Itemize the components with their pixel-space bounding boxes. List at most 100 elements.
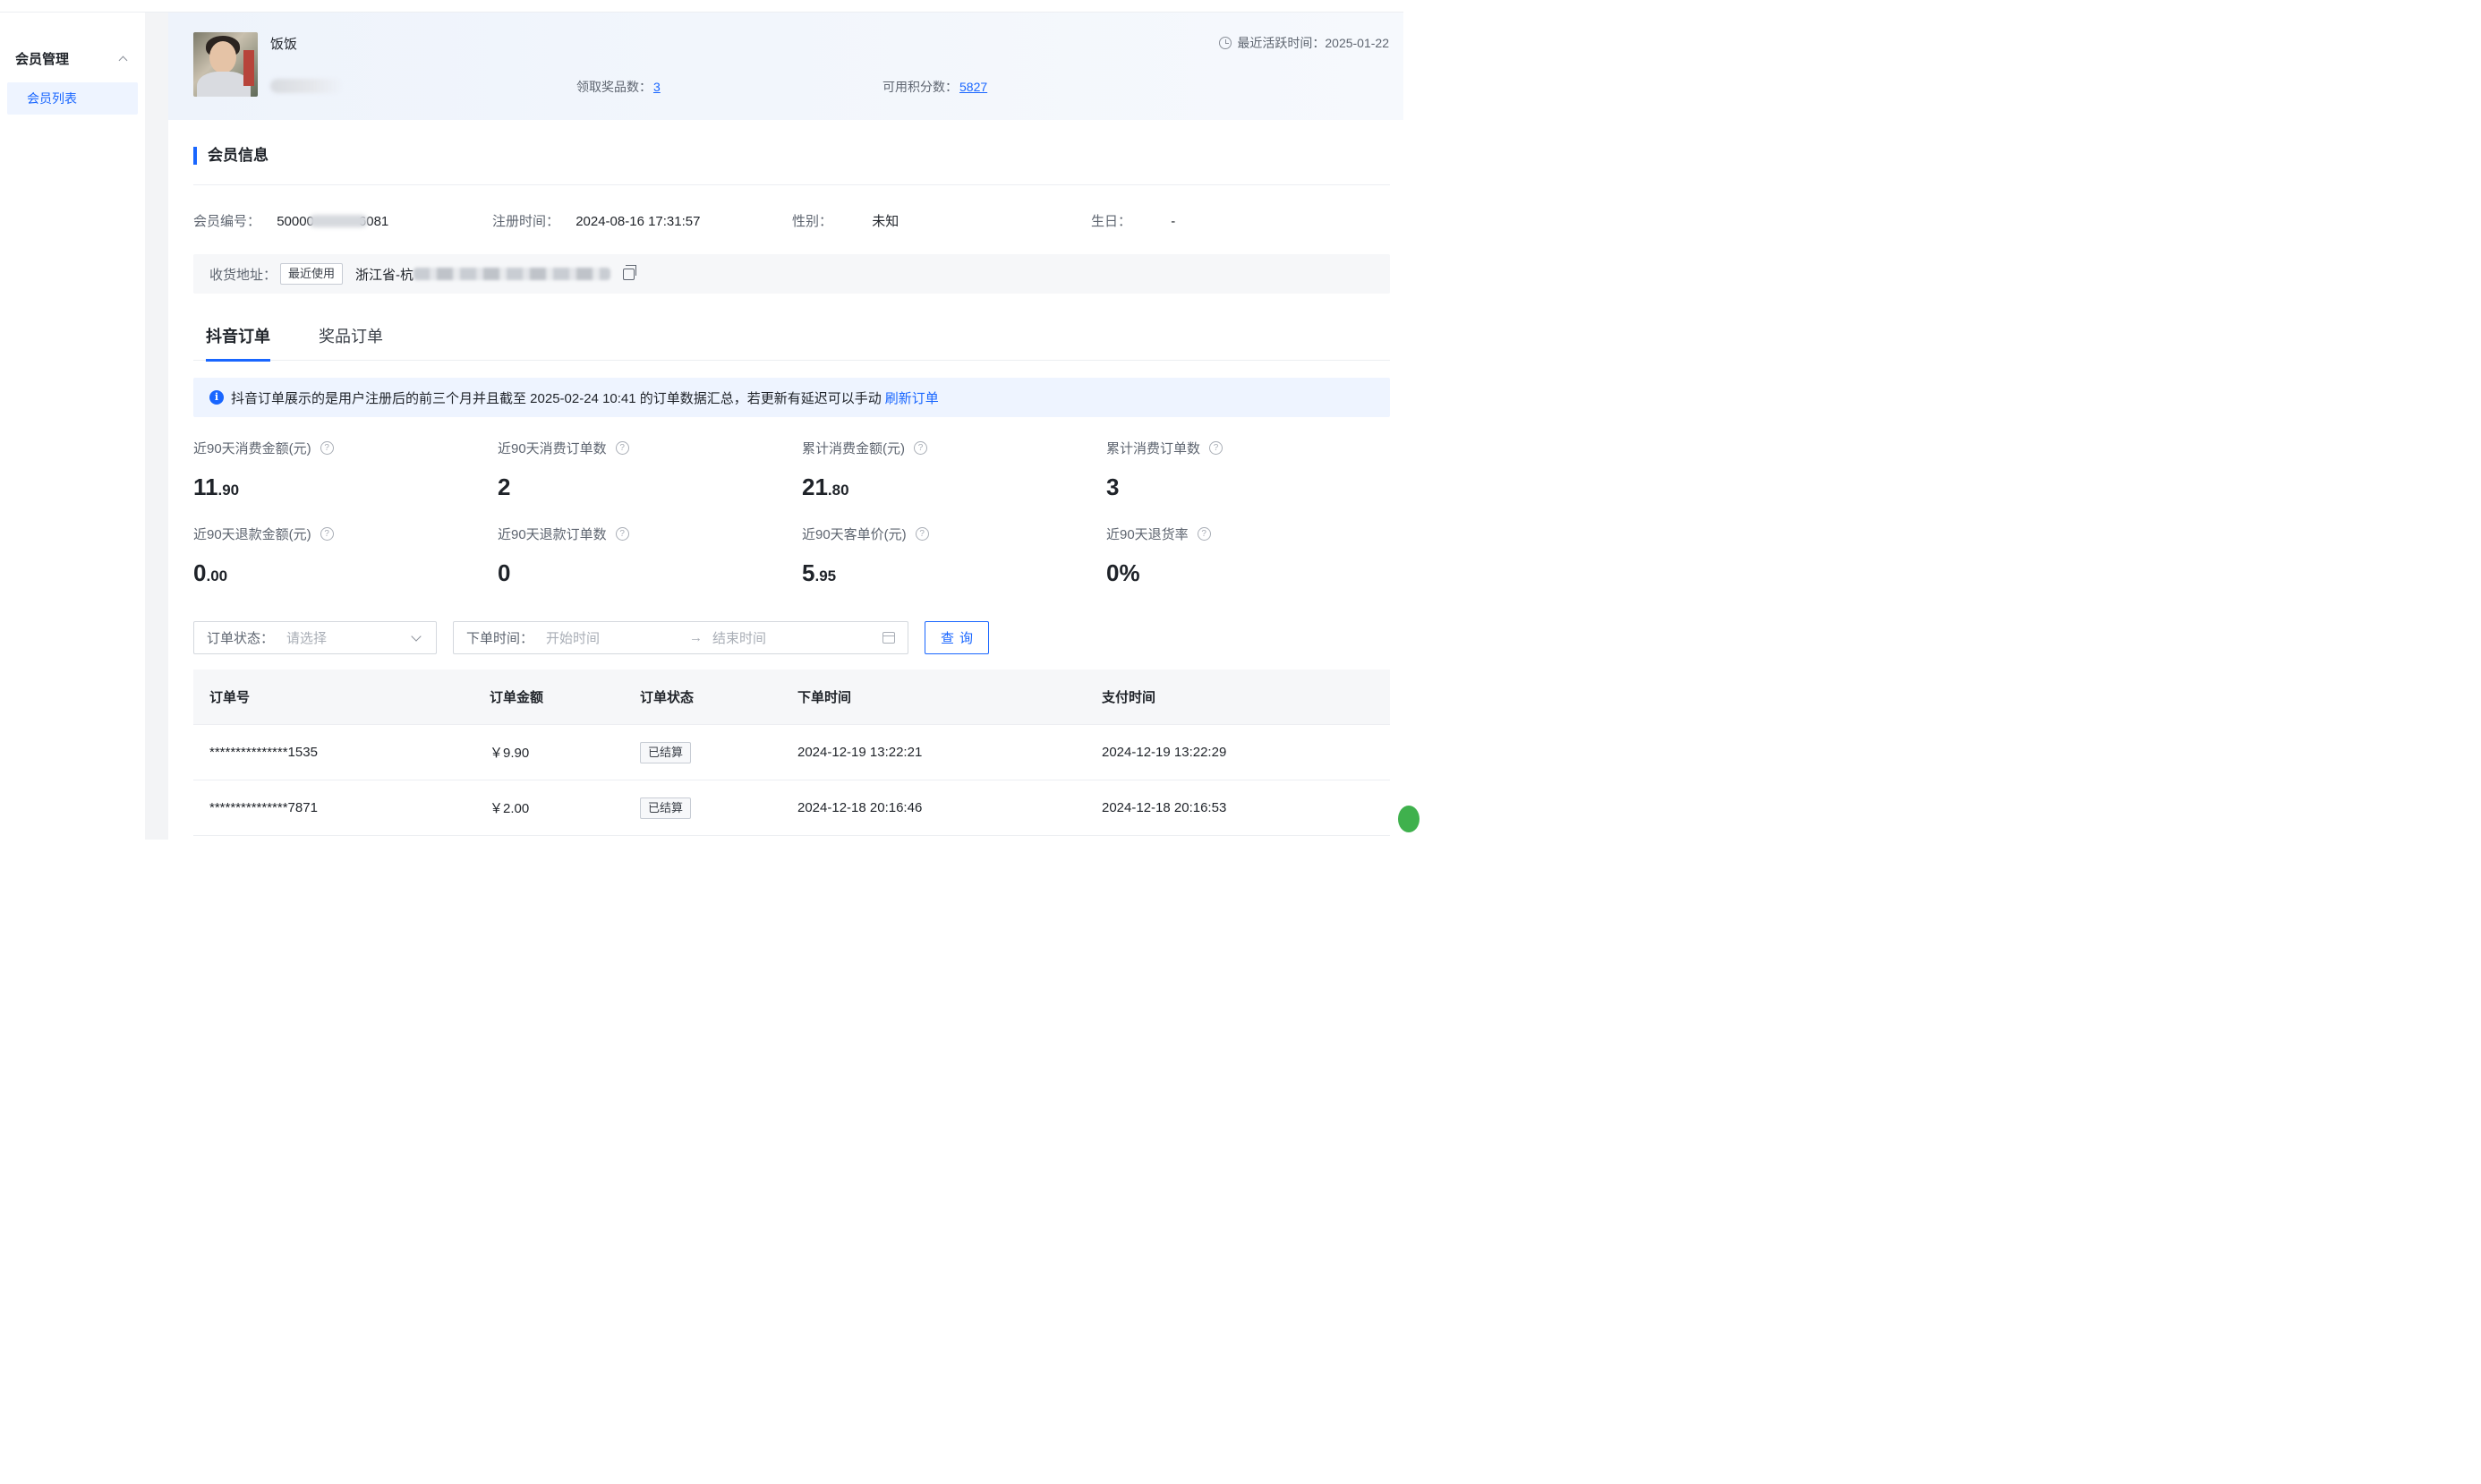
order-status-label: 订单状态：	[207, 631, 275, 646]
metric-decimal: .90	[217, 482, 240, 499]
order-date-label: 下单时间：	[466, 631, 534, 646]
question-icon[interactable]: ?	[914, 440, 927, 455]
divider	[193, 184, 1390, 185]
member-id-label: 会员编号：	[193, 214, 261, 229]
refresh-orders-link[interactable]: 刷新订单	[885, 388, 939, 407]
calendar-icon	[882, 632, 895, 644]
member-nickname: 饭饭	[270, 37, 298, 52]
metric-label: 近90天客单价(元)	[802, 526, 907, 542]
start-date-input[interactable]: 开始时间	[546, 628, 689, 647]
arrow-right-icon: →	[689, 630, 703, 645]
top-bar	[0, 0, 1403, 13]
metric-label: 累计消费金额(元)	[802, 440, 905, 456]
gender-field: 性别： 未知	[792, 211, 899, 230]
birthday-field: 生日： -	[1091, 211, 1175, 230]
address-label: 收货地址：	[209, 267, 277, 283]
table-row: ***************7871 ￥2.00 已结算 2024-12-18…	[193, 780, 1390, 836]
end-date-input[interactable]: 结束时间	[712, 628, 882, 647]
birthday-label: 生日：	[1091, 214, 1132, 229]
last-active-label: 最近活跃时间：	[1237, 36, 1326, 50]
question-icon[interactable]: ?	[1197, 526, 1211, 541]
metric-value: 0	[193, 559, 207, 586]
metric-90d-refund-amount: 近90天退款金额(元)? 0.00	[193, 525, 480, 590]
metric-value: 0	[498, 559, 511, 586]
last-active-value: 2025-01-22	[1325, 36, 1389, 50]
prize-count-label: 领取奖品数：	[576, 80, 652, 94]
register-time-field: 注册时间： 2024-08-16 17:31:57	[492, 211, 700, 230]
amount-cell: ￥9.90	[490, 746, 530, 761]
content-gutter	[145, 13, 168, 840]
sidebar-item-member-list[interactable]: 会员列表	[7, 82, 138, 115]
query-button[interactable]: 查询	[925, 621, 989, 654]
metric-value: 11	[193, 473, 218, 500]
metric-value: 0%	[1106, 559, 1140, 586]
question-icon[interactable]: ?	[1209, 440, 1223, 455]
table-header: 订单号 订单金额 订单状态 下单时间 支付时间	[193, 670, 1390, 725]
prize-count-stat: 领取奖品数： 3	[576, 78, 661, 96]
chevron-down-icon	[411, 630, 422, 642]
prize-count-link[interactable]: 3	[653, 80, 661, 94]
question-icon[interactable]: ?	[915, 526, 929, 541]
sidebar-group-label: 会员管理	[15, 51, 70, 67]
sidebar-item-label: 会员列表	[27, 91, 77, 106]
address-recent-tag: 最近使用	[280, 263, 344, 285]
metric-90d-order-count: 近90天消费订单数? 2	[498, 439, 784, 504]
last-active-time: 最近活跃时间：2025-01-22	[1219, 34, 1389, 52]
register-time-value: 2024-08-16 17:31:57	[575, 214, 701, 229]
status-cell: 已结算	[640, 725, 692, 780]
order-status-select[interactable]: 订单状态： 请选择	[193, 621, 437, 654]
column-header-amount: 订单金额	[490, 690, 544, 705]
copy-icon[interactable]	[623, 264, 637, 280]
redacted-id	[308, 215, 368, 227]
chevron-up-icon	[118, 55, 128, 64]
status-badge: 已结算	[640, 797, 692, 819]
member-header-card: 饭饭 领取奖品数： 3 可用积分数： 5827 最近活跃时间：2025-01-22	[168, 13, 1403, 120]
address-text: 浙江省-杭	[355, 267, 414, 283]
redacted-account	[270, 79, 344, 93]
question-icon[interactable]: ?	[320, 440, 334, 455]
floating-widget[interactable]	[1398, 806, 1420, 832]
tab-prize-orders[interactable]: 奖品订单	[319, 324, 383, 361]
order-time-cell: 2024-12-18 20:16:46	[797, 800, 923, 815]
question-icon[interactable]: ?	[615, 526, 629, 541]
metric-label: 近90天消费金额(元)	[193, 440, 311, 456]
sidebar: 会员管理 会员列表	[0, 13, 145, 840]
birthday-value: -	[1171, 214, 1176, 229]
section-title-member-info: 会员信息	[193, 147, 269, 165]
order-tabs: 抖音订单 奖品订单	[193, 320, 1390, 362]
pay-time-cell: 2024-12-18 20:16:53	[1102, 800, 1227, 815]
metric-value: 2	[498, 473, 511, 500]
column-header-pay-time: 支付时间	[1102, 690, 1156, 705]
column-header-status: 订单状态	[640, 690, 695, 705]
redacted-address	[414, 268, 611, 280]
notice-text: 抖音订单展示的是用户注册后的前三个月并且截至 2025-02-24 10:41 …	[231, 390, 882, 406]
order-no-cell: ***************7871	[209, 800, 318, 815]
metric-total-spend: 累计消费金额(元)? 21.80	[802, 439, 1088, 504]
metric-decimal: .95	[814, 567, 837, 584]
question-icon[interactable]: ?	[615, 440, 629, 455]
metric-value: 3	[1106, 473, 1120, 500]
order-status-placeholder: 请选择	[286, 631, 328, 646]
metric-label: 近90天消费订单数	[498, 440, 607, 456]
info-icon: i	[209, 390, 224, 405]
metric-value: 5	[802, 559, 815, 586]
metric-90d-spend: 近90天消费金额(元)? 11.90	[193, 439, 480, 504]
metric-90d-return-rate: 近90天退货率? 0%	[1106, 525, 1393, 590]
main-content: 饭饭 领取奖品数： 3 可用积分数： 5827 最近活跃时间：2025-01-22 …	[168, 13, 1403, 840]
amount-cell: ￥2.00	[490, 801, 530, 816]
orders-table: 订单号 订单金额 订单状态 下单时间 支付时间 ***************1…	[193, 670, 1390, 836]
metric-90d-refund-count: 近90天退款订单数? 0	[498, 525, 784, 590]
tab-douyin-orders[interactable]: 抖音订单	[206, 324, 270, 362]
metric-label: 累计消费订单数	[1106, 440, 1201, 456]
points-link[interactable]: 5827	[959, 80, 987, 94]
status-cell: 已结算	[640, 780, 692, 835]
metric-decimal: .00	[206, 567, 228, 584]
sidebar-group-member-management[interactable]: 会员管理	[15, 48, 130, 68]
gender-label: 性别：	[792, 214, 833, 229]
metric-label: 近90天退款金额(元)	[193, 526, 311, 542]
order-date-range-picker[interactable]: 下单时间： 开始时间 → 结束时间	[453, 621, 908, 654]
metric-label: 近90天退款订单数	[498, 526, 607, 542]
table-row: ***************1535 ￥9.90 已结算 2024-12-19…	[193, 725, 1390, 780]
question-icon[interactable]: ?	[320, 526, 334, 541]
gender-value: 未知	[872, 214, 899, 229]
